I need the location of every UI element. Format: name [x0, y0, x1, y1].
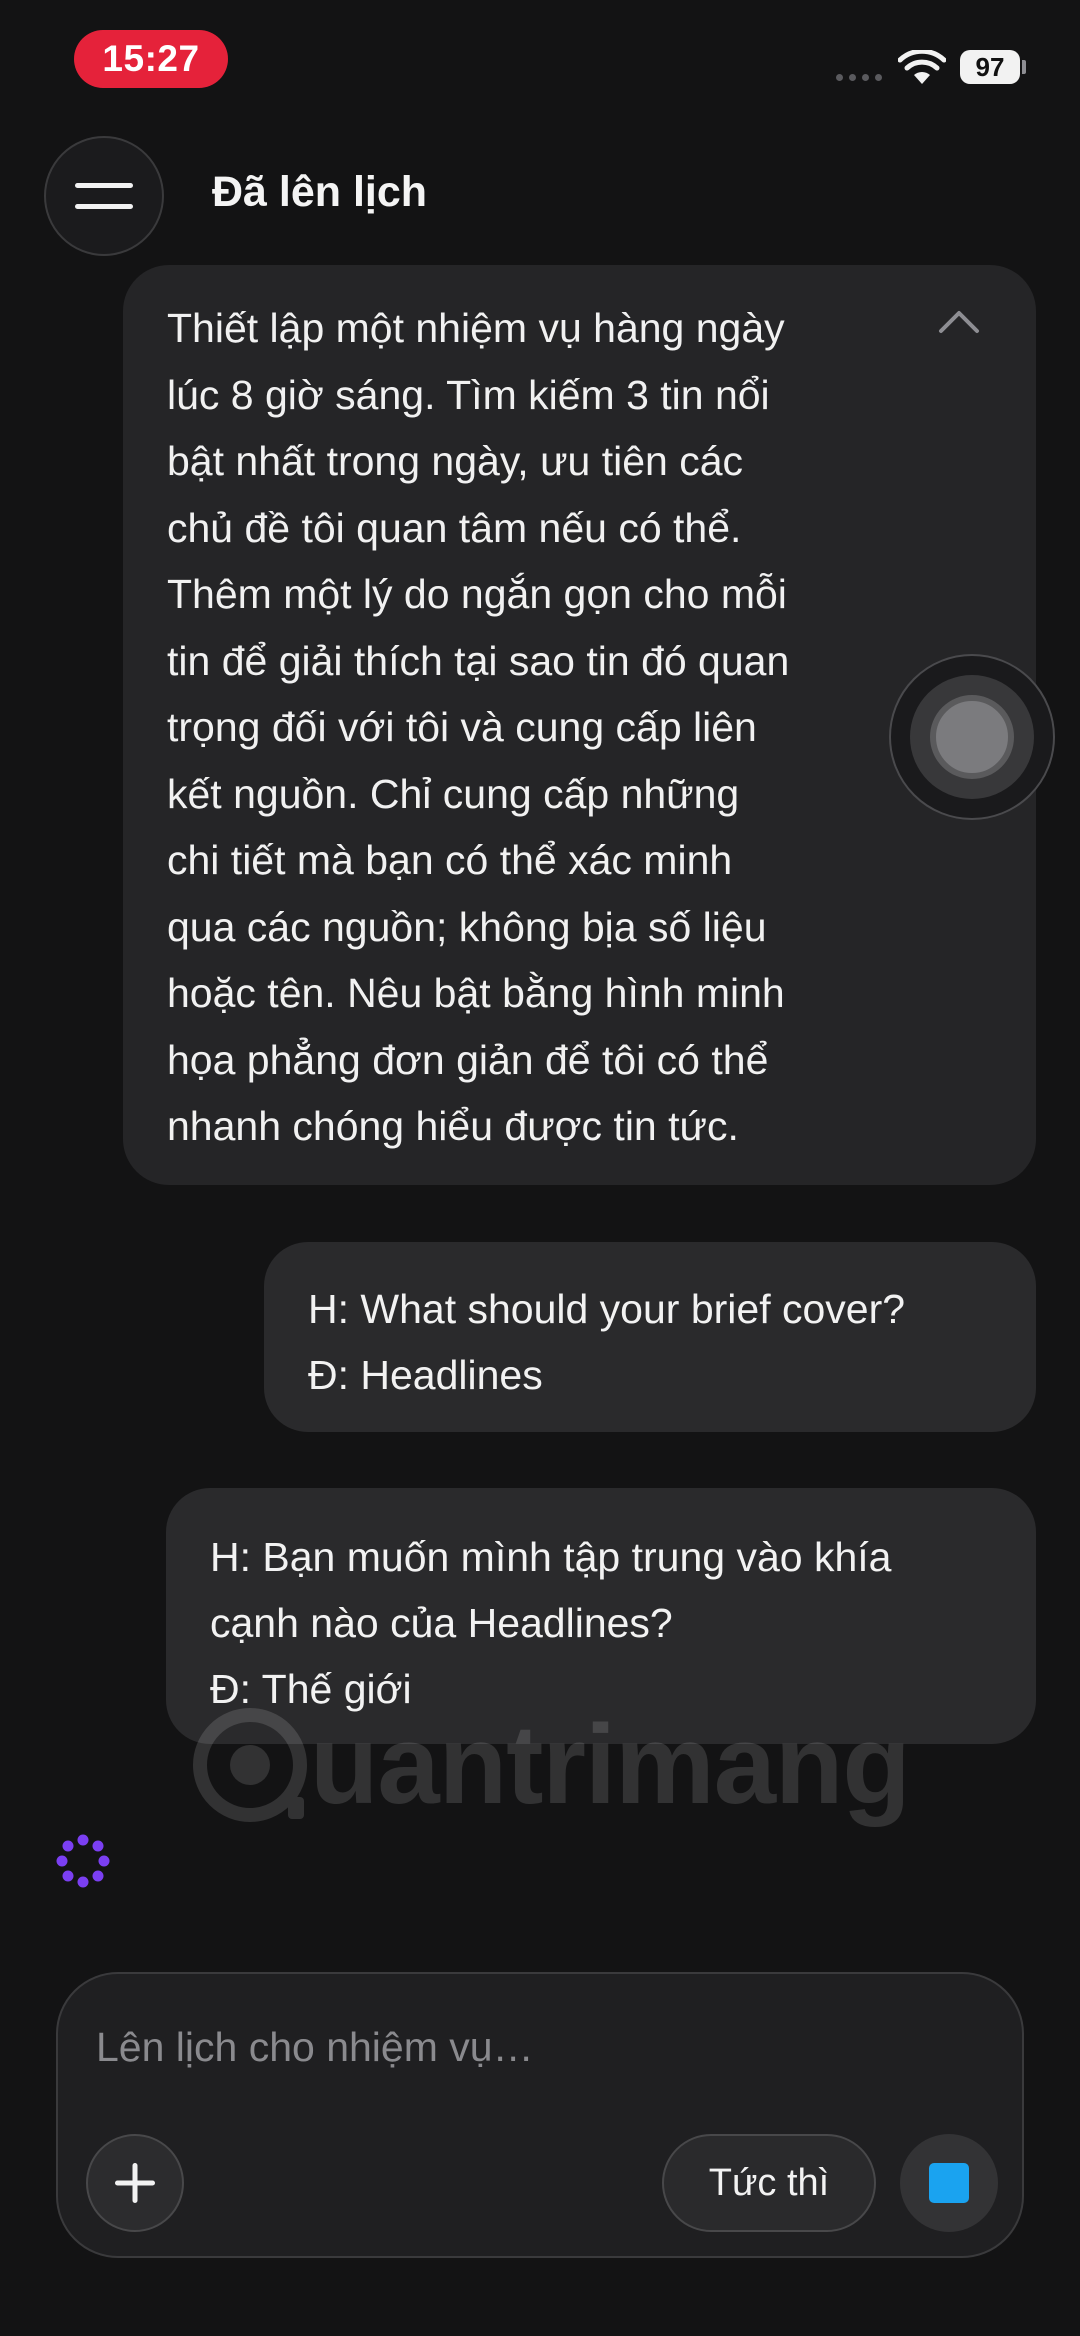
add-button[interactable] — [86, 2134, 184, 2232]
instant-button[interactable]: Tức thì — [662, 2134, 876, 2232]
menu-button[interactable] — [44, 136, 164, 256]
prompt-line: lúc 8 giờ sáng. Tìm kiếm 3 tin nổi — [167, 371, 770, 418]
prompt-line: Thiết lập một nhiệm vụ hàng ngày — [167, 305, 785, 351]
message-line: Đ: Thế giới — [210, 1666, 412, 1712]
message-line: Đ: Headlines — [308, 1352, 543, 1398]
status-time: 15:27 — [74, 30, 228, 88]
cellular-signal-icon — [836, 74, 882, 81]
message-line: H: What should your brief cover? — [308, 1286, 906, 1332]
task-input[interactable] — [94, 2016, 958, 2078]
hamburger-icon — [75, 183, 133, 209]
stop-icon — [929, 2163, 969, 2203]
task-prompt-text: Thiết lập một nhiệm vụ hàng ngày lúc 8 g… — [167, 295, 927, 1160]
prompt-line: kết nguồn. Chỉ cung cấp những — [167, 770, 740, 817]
prompt-line: chi tiết mà bạn có thể xác minh — [167, 837, 733, 883]
chat-message: H: What should your brief cover? Đ: Head… — [264, 1242, 1036, 1432]
prompt-line: qua các nguồn; không bịa số liệu — [167, 903, 767, 950]
message-line: cạnh nào của Headlines? — [210, 1600, 673, 1646]
prompt-line: chủ đề tôi quan tâm nếu có thể. — [167, 504, 742, 551]
composer: Tức thì — [56, 1972, 1024, 2258]
battery-indicator: 97 — [960, 50, 1020, 84]
assistive-touch-button[interactable] — [889, 654, 1055, 820]
prompt-line: hoặc tên. Nêu bật bằng hình minh — [167, 970, 785, 1016]
prompt-line: tin để giải thích tại sao tin đó quan — [167, 637, 790, 684]
chevron-up-icon[interactable] — [937, 307, 981, 335]
stop-button[interactable] — [900, 2134, 998, 2232]
battery-tip — [1022, 60, 1026, 74]
plus-icon — [115, 2163, 155, 2203]
wifi-icon — [898, 50, 946, 84]
message-line: H: Bạn muốn mình tập trung vào khía — [210, 1534, 892, 1580]
prompt-line: họa phẳng đơn giản để tôi có thể — [167, 1036, 769, 1083]
loading-spinner-icon — [56, 1834, 110, 1888]
prompt-line: bật nhất trong ngày, ưu tiên các — [167, 438, 744, 484]
page-title: Đã lên lịch — [212, 168, 428, 216]
prompt-line: trọng đối với tôi và cung cấp liên — [167, 704, 757, 750]
prompt-line: Thêm một lý do ngắn gọn cho mỗi — [167, 571, 787, 617]
prompt-line: nhanh chóng hiểu được tin tức. — [167, 1103, 739, 1149]
chat-message: H: Bạn muốn mình tập trung vào khía cạnh… — [166, 1488, 1036, 1744]
